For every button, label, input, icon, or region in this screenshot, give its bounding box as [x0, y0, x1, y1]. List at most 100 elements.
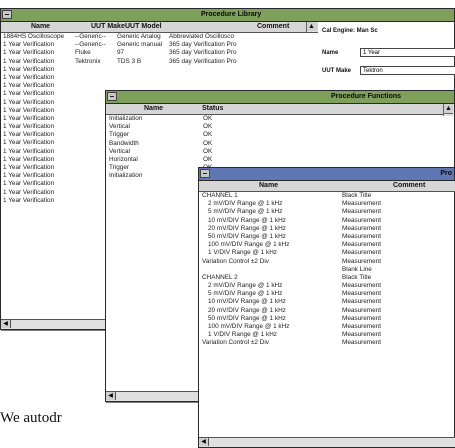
functions-col-name[interactable]: Name [144, 104, 163, 114]
functions-system-menu-icon[interactable] [107, 92, 117, 101]
steps-cell: Measurement [342, 216, 382, 224]
steps-cell: Black Title [342, 192, 372, 199]
steps-row[interactable]: 5 mV/DIV Range @ 1 kHz Measurement [202, 290, 454, 298]
steps-row[interactable]: 1 V/DIV Range @ 1 kHz Measurement [202, 331, 454, 339]
library-scroll-left-icon[interactable]: ◀ [1, 320, 11, 328]
library-row[interactable]: 1 Year Verification --Generic-- Generic ma… [3, 41, 308, 49]
functions-cell: Vertical [109, 123, 130, 131]
library-cell: --Generic-- [75, 41, 106, 49]
functions-row[interactable]: Trigger OK [109, 131, 439, 139]
steps-row[interactable]: 20 mV/DIV Range @ 1 kHz Measurement [202, 225, 454, 233]
library-vertical-scrollbar[interactable]: ▲ [306, 22, 316, 32]
library-row[interactable]: 1884HS Oscilloscope --Generic-- Generic An… [3, 33, 308, 41]
library-row[interactable]: 1 Year Verification [3, 74, 308, 82]
library-col-comment[interactable]: Comment [257, 22, 289, 32]
steps-cell: Measurement [342, 331, 382, 339]
uut-make-field[interactable]: Tektron [360, 66, 455, 75]
steps-scroll-left-icon[interactable]: ◀ [199, 438, 209, 446]
library-cell: 1884HS Oscilloscope [3, 33, 65, 40]
library-cell: 1 Year Verification [3, 172, 55, 180]
library-cell: 1 Year Verification [3, 49, 55, 57]
functions-cell: Trigger [109, 131, 130, 139]
steps-cell: Measurement [342, 323, 382, 330]
functions-cell: OK [203, 147, 213, 155]
name-label: Name [322, 50, 339, 56]
steps-row[interactable]: 2 mV/DIV Range @ 1 kHz Measurement [202, 282, 454, 290]
steps-row[interactable]: Blank Line [202, 266, 454, 274]
functions-horizontal-scrollbar[interactable]: ◀ [106, 391, 198, 401]
library-cell: Abbreviated Oscillosco [169, 33, 235, 40]
functions-row[interactable]: Initialization OK [109, 115, 439, 123]
steps-cell: Measurement [342, 298, 382, 306]
steps-row[interactable]: 20 mV/DIV Range @ 1 kHz Measurement [202, 307, 454, 315]
library-cell: 1 Year Verification [3, 73, 55, 81]
steps-row[interactable]: 100 mV/DIV Range @ 1 kHz Measurement [202, 241, 454, 249]
library-cell: Fluke [75, 49, 91, 57]
functions-row[interactable]: Bandwidth OK [109, 140, 439, 148]
steps-cell: Measurement [342, 200, 382, 208]
functions-row[interactable]: Horizontal OK [109, 156, 439, 164]
steps-cell: 1 V/DIV Range @ 1 kHz [208, 331, 278, 339]
functions-cell: Trigger [109, 164, 130, 172]
steps-cell: Black Title [342, 273, 372, 281]
steps-row[interactable]: 50 mV/DIV Range @ 1 kHz Measurement [202, 233, 454, 241]
steps-cell: Measurement [342, 232, 382, 240]
library-cell: 1 Year Verification [3, 147, 55, 155]
steps-row[interactable]: CHANNEL 1 Black Title [202, 192, 454, 200]
functions-scroll-left-icon[interactable]: ◀ [106, 392, 116, 400]
library-row[interactable]: 1 Year Verification Tektronix TDS 3 B 365 d… [3, 58, 308, 66]
library-cell: 1 Year Verification [3, 90, 55, 98]
steps-row[interactable]: 100 mV/DIV Range @ 1 kHz Measurement [202, 323, 454, 331]
library-cell: 365 day Verification Pro [169, 41, 237, 49]
steps-cell: 50 mV/DIV Range @ 1 kHz [208, 232, 286, 240]
functions-cell: Initialization [109, 172, 143, 180]
library-row[interactable]: 1 Year Verification Fluke 97 365 day Verifi… [3, 49, 308, 57]
steps-row[interactable]: CHANNEL 2 Black Title [202, 274, 454, 282]
functions-cell: OK [203, 115, 213, 122]
library-cell: Generic manual [117, 41, 163, 49]
library-cell: 1 Year Verification [3, 180, 55, 188]
steps-cell: CHANNEL 1 [202, 192, 238, 199]
functions-scroll-up-icon[interactable]: ▲ [444, 104, 453, 114]
steps-row[interactable]: 5 mV/DIV Range @ 1 kHz Measurement [202, 208, 454, 216]
library-scroll-up-icon[interactable]: ▲ [307, 22, 316, 31]
library-row[interactable]: 1 Year Verification [3, 66, 308, 74]
steps-cell: 5 mV/DIV Range @ 1 kHz [208, 208, 283, 216]
steps-titlebar[interactable]: Pro [199, 168, 454, 181]
steps-row[interactable]: Variation Control ±2 Div Measurement [202, 258, 454, 266]
steps-cell: Measurement [342, 339, 382, 347]
steps-cell: Measurement [342, 257, 382, 265]
functions-row[interactable]: Vertical OK [109, 123, 439, 131]
steps-row[interactable]: 2 mV/DIV Range @ 1 kHz Measurement [202, 200, 454, 208]
library-cell: 1 Year Verification [3, 188, 55, 196]
library-cell: 97 [117, 49, 125, 57]
steps-col-name[interactable]: Name [259, 181, 278, 191]
steps-row[interactable]: 10 mV/DIV Range @ 1 kHz Measurement [202, 217, 454, 225]
steps-system-menu-icon[interactable] [200, 169, 210, 178]
steps-horizontal-scrollbar[interactable]: ◀ [199, 437, 455, 447]
functions-cell: OK [203, 139, 213, 147]
steps-col-comment[interactable]: Comment [393, 181, 425, 191]
library-col-uut-model[interactable]: UUT Model [125, 22, 162, 32]
library-col-name[interactable]: Name [31, 22, 50, 32]
functions-titlebar[interactable]: Procedure Functions [106, 91, 454, 104]
library-col-uut-make[interactable]: UUT Make [91, 22, 125, 32]
functions-cell: OK [203, 155, 213, 163]
library-horizontal-scrollbar[interactable]: ◀ [1, 319, 106, 329]
functions-row[interactable]: Vertical OK [109, 148, 439, 156]
steps-row[interactable]: 50 mV/DIV Range @ 1 kHz Measurement [202, 315, 454, 323]
steps-cell: 100 mV/DIV Range @ 1 kHz [208, 241, 290, 249]
library-cell: 365 day Verification Pro [169, 49, 237, 57]
steps-header: Name Comment [199, 181, 455, 192]
steps-row[interactable]: Variation Control ±2 Div Measurement [202, 339, 454, 347]
page-caption: We autodr [0, 410, 62, 426]
library-titlebar[interactable]: Procedure Library [1, 9, 454, 22]
functions-col-status[interactable]: Status [202, 104, 223, 114]
steps-cell: Measurement [342, 208, 382, 216]
steps-row[interactable]: 1 V/DIV Range @ 1 kHz Measurement [202, 249, 454, 257]
steps-row[interactable]: 10 mV/DIV Range @ 1 kHz Measurement [202, 298, 454, 306]
steps-cell: Measurement [342, 249, 382, 257]
library-system-menu-icon[interactable] [2, 10, 12, 19]
name-field[interactable]: 1 Year [360, 48, 455, 57]
functions-vertical-scrollbar[interactable]: ▲ [443, 104, 454, 116]
